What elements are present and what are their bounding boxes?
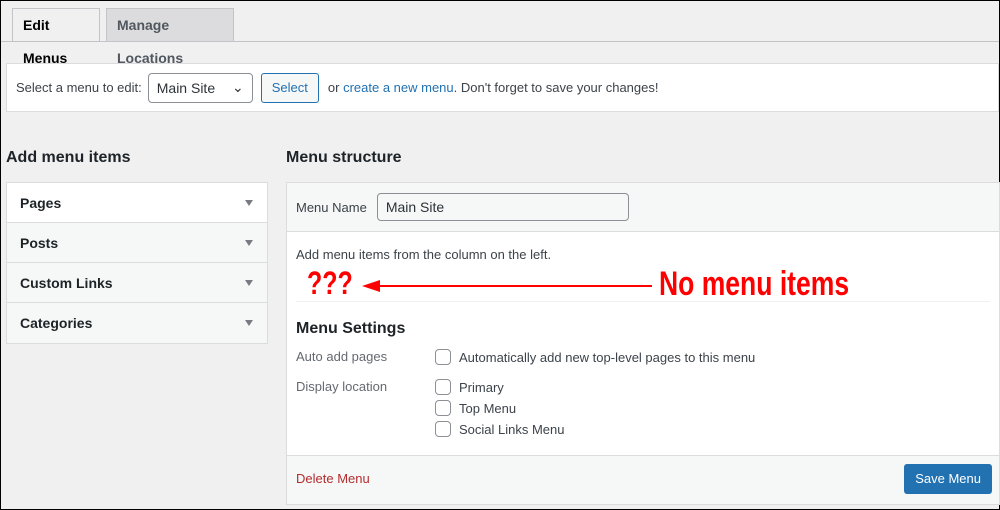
accordion-categories[interactable]: Categories bbox=[7, 303, 267, 343]
checkbox[interactable] bbox=[435, 349, 451, 365]
menu-settings-heading: Menu Settings bbox=[296, 320, 406, 337]
create-new-menu-link[interactable]: create a new menu bbox=[343, 80, 454, 95]
triangle-down-icon bbox=[245, 320, 253, 326]
checkbox[interactable] bbox=[435, 421, 451, 437]
tab-divider bbox=[1, 41, 999, 42]
menu-name-input[interactable]: Main Site bbox=[376, 193, 629, 221]
location-primary[interactable]: Primary bbox=[435, 379, 504, 395]
accordion-posts[interactable]: Posts bbox=[7, 223, 267, 263]
location-social-links[interactable]: Social Links Menu bbox=[435, 421, 565, 437]
menu-select-bar: Select a menu to edit: Main Site ⌄ Select… bbox=[6, 63, 999, 112]
or-text: or bbox=[327, 80, 340, 95]
select-button[interactable]: Select bbox=[260, 72, 319, 103]
annotation-text: No menu items bbox=[659, 265, 850, 303]
auto-add-checkbox-row[interactable]: Automatically add new top-level pages to… bbox=[435, 349, 755, 365]
location-top-menu[interactable]: Top Menu bbox=[435, 400, 516, 416]
triangle-down-icon bbox=[245, 239, 253, 246]
select-menu-label: Select a menu to edit: bbox=[16, 80, 142, 95]
checkbox[interactable] bbox=[435, 400, 451, 416]
divider bbox=[296, 301, 990, 302]
delete-menu-link[interactable]: Delete Menu bbox=[296, 471, 370, 486]
menu-structure-box: Menu Name Main Site Add menu items from … bbox=[286, 182, 1000, 505]
auto-add-label: Auto add pages bbox=[296, 349, 388, 364]
menu-dropdown-value: Main Site bbox=[156, 79, 216, 96]
annotation-arrow bbox=[362, 280, 652, 292]
save-reminder-text: . Don't forget to save your changes! bbox=[453, 80, 659, 95]
menu-name-label: Menu Name bbox=[296, 199, 367, 215]
save-menu-button[interactable]: Save Menu bbox=[904, 464, 992, 494]
chevron-down-icon: ⌄ bbox=[232, 79, 244, 95]
tab-manage-locations[interactable]: Manage Locations bbox=[106, 8, 234, 66]
instructions-text: Add menu items from the column on the le… bbox=[296, 247, 552, 262]
triangle-down-icon bbox=[245, 199, 253, 206]
add-menu-items-heading: Add menu items bbox=[6, 149, 131, 166]
display-location-label: Display location bbox=[296, 379, 388, 394]
triangle-down-icon bbox=[245, 279, 253, 286]
add-items-accordion: Pages Posts Custom Links Categories bbox=[6, 182, 268, 344]
checkbox[interactable] bbox=[435, 379, 451, 395]
menu-dropdown[interactable]: Main Site ⌄ bbox=[147, 72, 253, 103]
annotation-question-marks: ??? bbox=[307, 265, 353, 301]
accordion-pages[interactable]: Pages bbox=[7, 183, 267, 223]
tab-edit-menus[interactable]: Edit Menus bbox=[12, 8, 100, 66]
menu-structure-heading: Menu structure bbox=[286, 149, 402, 166]
menu-footer: Delete Menu Save Menu bbox=[287, 455, 999, 504]
accordion-custom-links[interactable]: Custom Links bbox=[7, 263, 267, 303]
